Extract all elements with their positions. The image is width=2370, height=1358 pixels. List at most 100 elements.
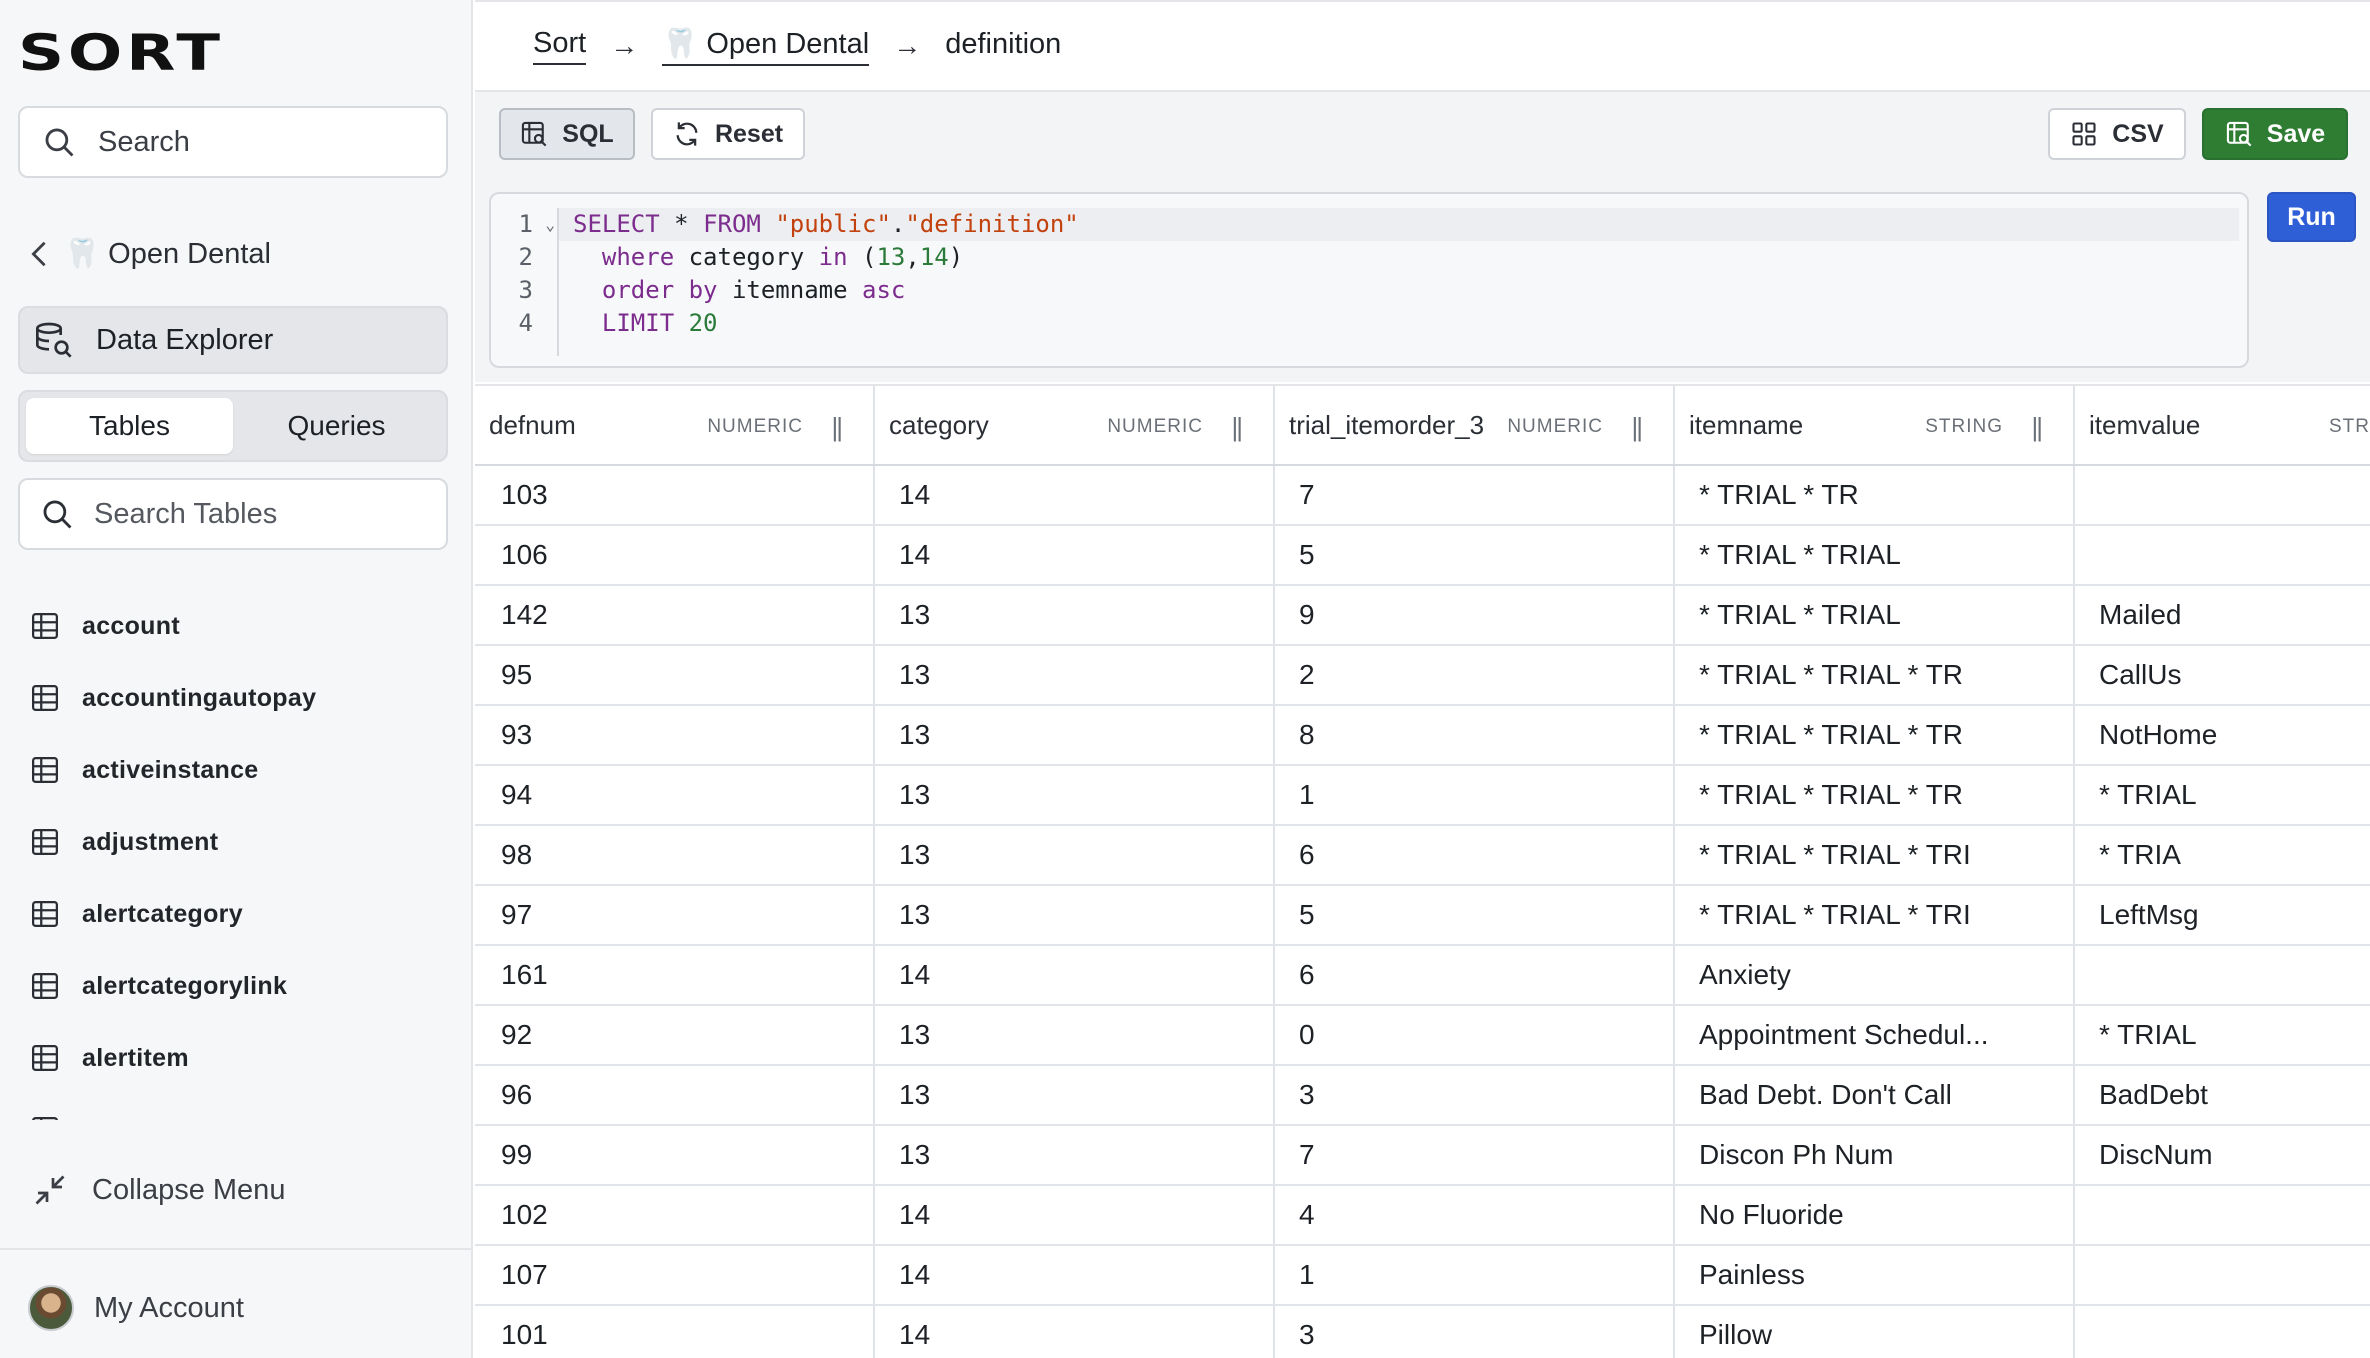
table-list-item[interactable]: account — [30, 590, 450, 662]
column-resize-handle-icon[interactable]: || — [1631, 412, 1642, 443]
breadcrumb-database[interactable]: 🦷 Open Dental — [662, 27, 870, 66]
cell-itemname[interactable]: * TRIAL * TRIAL * TR — [1675, 646, 2075, 704]
cell-defnum[interactable]: 95 — [475, 646, 875, 704]
cell-trial_itemorder_3[interactable]: 2 — [1275, 646, 1675, 704]
cell-trial_itemorder_3[interactable]: 6 — [1275, 946, 1675, 1004]
cell-defnum[interactable]: 102 — [475, 1186, 875, 1244]
cell-defnum[interactable]: 93 — [475, 706, 875, 764]
code-line[interactable]: SELECT * FROM "public"."definition" — [559, 208, 2239, 241]
cell-category[interactable]: 13 — [875, 1126, 1275, 1184]
cell-defnum[interactable]: 107 — [475, 1246, 875, 1304]
app-logo[interactable]: SORT — [18, 28, 220, 78]
table-row[interactable]: 92 13 0 Appointment Schedul... * TRIAL — [475, 1006, 2370, 1066]
cell-itemvalue[interactable]: * TRIAL — [2075, 766, 2370, 824]
cell-itemvalue[interactable]: CallUs — [2075, 646, 2370, 704]
cell-category[interactable]: 14 — [875, 526, 1275, 584]
cell-itemname[interactable]: * TRIAL * TRIAL — [1675, 586, 2075, 644]
cell-defnum[interactable]: 96 — [475, 1066, 875, 1124]
search-tables-input[interactable]: Search Tables — [18, 478, 448, 550]
column-header-category[interactable]: category NUMERIC || — [875, 386, 1275, 464]
cell-itemname[interactable]: * TRIAL * TR — [1675, 466, 2075, 524]
cell-itemvalue[interactable]: NotHome — [2075, 706, 2370, 764]
cell-itemname[interactable]: No Fluoride — [1675, 1186, 2075, 1244]
cell-itemname[interactable]: * TRIAL * TRIAL — [1675, 526, 2075, 584]
table-list-item[interactable]: alertitem — [30, 1022, 450, 1094]
cell-category[interactable]: 14 — [875, 1186, 1275, 1244]
cell-defnum[interactable]: 101 — [475, 1306, 875, 1358]
cell-trial_itemorder_3[interactable]: 7 — [1275, 466, 1675, 524]
table-list-item[interactable]: alertcategory — [30, 878, 450, 950]
cell-category[interactable]: 13 — [875, 886, 1275, 944]
cell-category[interactable]: 13 — [875, 1006, 1275, 1064]
cell-category[interactable]: 13 — [875, 1066, 1275, 1124]
back-to-database-link[interactable]: 🦷 Open Dental — [30, 232, 271, 276]
column-resize-handle-icon[interactable]: || — [1231, 412, 1242, 443]
cell-trial_itemorder_3[interactable]: 6 — [1275, 826, 1675, 884]
cell-itemname[interactable]: Discon Ph Num — [1675, 1126, 2075, 1184]
sql-editor[interactable]: 1 ⌄ 2 3 4 SELECT * FROM "public"."definit… — [489, 192, 2249, 368]
table-row[interactable]: 142 13 9 * TRIAL * TRIAL Mailed — [475, 586, 2370, 646]
column-header-itemvalue[interactable]: itemvalue STRI — [2075, 386, 2370, 464]
nav-data-explorer[interactable]: Data Explorer — [18, 306, 448, 374]
fold-chevron-icon[interactable]: ⌄ — [545, 208, 555, 241]
cell-defnum[interactable]: 99 — [475, 1126, 875, 1184]
table-row[interactable]: 97 13 5 * TRIAL * TRIAL * TRI LeftMsg — [475, 886, 2370, 946]
code-line[interactable]: order by itemname asc — [559, 274, 2239, 307]
cell-itemname[interactable]: * TRIAL * TRIAL * TRI — [1675, 886, 2075, 944]
cell-defnum[interactable]: 97 — [475, 886, 875, 944]
cell-category[interactable]: 14 — [875, 466, 1275, 524]
table-row[interactable]: 96 13 3 Bad Debt. Don't Call BadDebt — [475, 1066, 2370, 1126]
table-list-item[interactable]: alertcategorylink — [30, 950, 450, 1022]
cell-itemname[interactable]: Appointment Schedul... — [1675, 1006, 2075, 1064]
cell-defnum[interactable]: 94 — [475, 766, 875, 824]
cell-category[interactable]: 13 — [875, 646, 1275, 704]
cell-defnum[interactable]: 103 — [475, 466, 875, 524]
cell-itemname[interactable]: Pillow — [1675, 1306, 2075, 1358]
cell-trial_itemorder_3[interactable]: 3 — [1275, 1306, 1675, 1358]
cell-defnum[interactable]: 98 — [475, 826, 875, 884]
cell-itemvalue[interactable] — [2075, 946, 2370, 1004]
table-row[interactable]: 94 13 1 * TRIAL * TRIAL * TR * TRIAL — [475, 766, 2370, 826]
cell-itemvalue[interactable]: DiscNum — [2075, 1126, 2370, 1184]
table-list-item[interactable]: adjustment — [30, 806, 450, 878]
code-line[interactable]: where category in (13,14) — [559, 241, 2239, 274]
cell-trial_itemorder_3[interactable]: 0 — [1275, 1006, 1675, 1064]
cell-defnum[interactable]: 106 — [475, 526, 875, 584]
table-row[interactable]: 103 14 7 * TRIAL * TR — [475, 466, 2370, 526]
table-row[interactable]: 102 14 4 No Fluoride — [475, 1186, 2370, 1246]
cell-itemname[interactable]: * TRIAL * TRIAL * TRI — [1675, 826, 2075, 884]
table-list-item[interactable]: activeinstance — [30, 734, 450, 806]
cell-itemvalue[interactable]: * TRIAL — [2075, 1006, 2370, 1064]
cell-itemvalue[interactable]: Mailed — [2075, 586, 2370, 644]
cell-itemname[interactable]: Bad Debt. Don't Call — [1675, 1066, 2075, 1124]
table-list-item[interactable]: accountingautopay — [30, 662, 450, 734]
my-account-button[interactable]: My Account — [28, 1284, 244, 1332]
table-row[interactable]: 98 13 6 * TRIAL * TRIAL * TRI * TRIA — [475, 826, 2370, 886]
cell-itemname[interactable]: * TRIAL * TRIAL * TR — [1675, 766, 2075, 824]
table-row[interactable]: 161 14 6 Anxiety — [475, 946, 2370, 1006]
cell-itemvalue[interactable] — [2075, 1186, 2370, 1244]
table-row[interactable]: 99 13 7 Discon Ph Num DiscNum — [475, 1126, 2370, 1186]
column-resize-handle-icon[interactable]: || — [831, 412, 842, 443]
code-line[interactable]: LIMIT 20 — [559, 307, 2239, 340]
cell-category[interactable]: 13 — [875, 826, 1275, 884]
cell-itemvalue[interactable]: LeftMsg — [2075, 886, 2370, 944]
cell-trial_itemorder_3[interactable]: 7 — [1275, 1126, 1675, 1184]
cell-category[interactable]: 14 — [875, 1246, 1275, 1304]
cell-itemvalue[interactable] — [2075, 1246, 2370, 1304]
cell-itemname[interactable]: Anxiety — [1675, 946, 2075, 1004]
run-query-button[interactable]: Run — [2267, 192, 2356, 242]
cell-category[interactable]: 14 — [875, 1306, 1275, 1358]
cell-itemvalue[interactable] — [2075, 526, 2370, 584]
cell-itemvalue[interactable]: BadDebt — [2075, 1066, 2370, 1124]
cell-defnum[interactable]: 142 — [475, 586, 875, 644]
table-row[interactable]: 93 13 8 * TRIAL * TRIAL * TR NotHome — [475, 706, 2370, 766]
table-row[interactable]: 101 14 3 Pillow — [475, 1306, 2370, 1358]
cell-defnum[interactable]: 92 — [475, 1006, 875, 1064]
cell-trial_itemorder_3[interactable]: 8 — [1275, 706, 1675, 764]
cell-itemname[interactable]: * TRIAL * TRIAL * TR — [1675, 706, 2075, 764]
sql-toggle-button[interactable]: SQL — [499, 108, 635, 160]
table-row[interactable]: 95 13 2 * TRIAL * TRIAL * TR CallUs — [475, 646, 2370, 706]
column-header-trial_itemorder_3[interactable]: trial_itemorder_3 NUMERIC || — [1275, 386, 1675, 464]
column-resize-handle-icon[interactable]: || — [2031, 412, 2042, 443]
